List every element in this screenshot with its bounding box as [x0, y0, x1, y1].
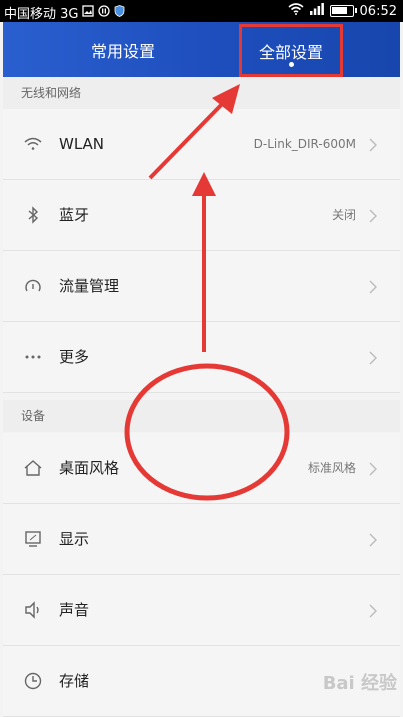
row-value: 关闭 [331, 208, 356, 222]
settings-row-display[interactable]: 显示 [3, 504, 400, 575]
cell-signal-icon [309, 3, 324, 19]
active-tab-indicator [289, 62, 294, 67]
row-label: WLAN [59, 135, 105, 153]
settings-row-desktop-style[interactable]: 桌面风格 标准风格 [3, 433, 400, 504]
tab-all-settings[interactable]: 全部设置 [239, 24, 343, 77]
tab-common-settings[interactable]: 常用设置 [63, 22, 183, 77]
row-label: 流量管理 [59, 277, 120, 295]
settings-header: 常用设置 全部设置 [3, 22, 400, 77]
display-icon [23, 529, 43, 549]
chevron-right-icon [366, 350, 380, 365]
wifi-icon [23, 134, 43, 154]
row-value: D-Link_DIR-600M [253, 137, 356, 151]
settings-row-bluetooth[interactable]: 蓝牙 关闭 [3, 180, 400, 251]
tab-label: 全部设置 [258, 42, 323, 62]
row-label: 更多 [59, 348, 90, 366]
clock: 06:52 [359, 3, 397, 19]
more-icon [23, 347, 43, 367]
settings-row-more[interactable]: 更多 [3, 322, 400, 393]
shield-icon [114, 4, 125, 21]
chevron-right-icon [366, 137, 380, 152]
sound-icon [23, 600, 43, 620]
battery-level [331, 7, 347, 14]
settings-row-data-usage[interactable]: 流量管理 [3, 251, 400, 322]
row-label: 声音 [59, 601, 90, 619]
row-label: 蓝牙 [59, 206, 90, 224]
chevron-right-icon [366, 532, 380, 547]
wifi-signal-icon [288, 3, 304, 19]
data-usage-icon [23, 276, 43, 296]
row-value: 标准风格 [307, 461, 356, 475]
settings-row-sound[interactable]: 声音 [3, 575, 400, 646]
section-header-wireless: 无线和网络 [3, 77, 400, 109]
section-header-device: 设备 [3, 400, 400, 432]
settings-row-wlan[interactable]: WLAN D-Link_DIR-600M [3, 109, 400, 180]
row-label: 存储 [59, 672, 90, 690]
row-label: 桌面风格 [59, 459, 120, 477]
watermark: Bai 经验 [322, 673, 397, 694]
chevron-right-icon [366, 603, 380, 618]
status-bar: 中国移动 3G 06:52 [0, 0, 403, 22]
row-label: 显示 [59, 530, 90, 548]
app-notification-icon [98, 4, 111, 21]
chevron-right-icon [366, 279, 380, 294]
chevron-right-icon [366, 461, 380, 476]
bluetooth-icon [23, 205, 43, 225]
tab-label: 常用设置 [90, 41, 155, 61]
battery-icon [329, 5, 357, 17]
storage-icon [23, 671, 43, 691]
settings-screen: 中国移动 3G 06:52 常用设置 全部设置 无线和网络 WLAN D-Lin… [0, 0, 403, 717]
gallery-notification-icon [82, 4, 95, 21]
carrier-label: 中国移动 3G [4, 7, 79, 22]
chevron-right-icon [366, 208, 380, 223]
home-icon [23, 458, 43, 478]
